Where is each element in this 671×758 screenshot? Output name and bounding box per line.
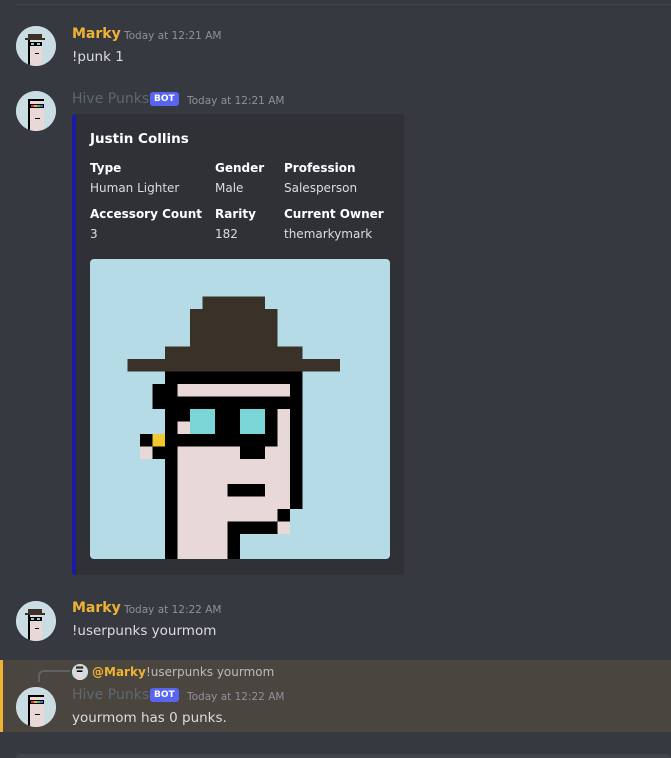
message-content: yourmom has 0 punks.	[72, 710, 227, 726]
message-input-edge[interactable]	[16, 754, 671, 758]
username-marky[interactable]: Marky	[72, 600, 121, 616]
bot-badge: BOT	[150, 92, 179, 106]
field-name-profession: Profession	[284, 161, 356, 175]
username-marky[interactable]: Marky	[72, 26, 121, 42]
field-value-current-owner: themarkymark	[284, 227, 373, 241]
embed-title: Justin Collins	[90, 131, 189, 147]
avatar-hive-punks[interactable]	[16, 687, 56, 727]
avatar-marky[interactable]	[16, 601, 56, 641]
message-timestamp: Today at 12:22 AM	[124, 604, 222, 616]
bot-badge: BOT	[150, 688, 179, 702]
field-name-accessory-count: Accessory Count	[90, 207, 202, 221]
field-value-type: Human Lighter	[90, 181, 180, 195]
divider-top	[16, 4, 671, 5]
punk-embed: Justin Collins Type Human Lighter Gender…	[72, 114, 404, 575]
field-name-current-owner: Current Owner	[284, 207, 384, 221]
message-content: !punk 1	[72, 49, 124, 65]
reply-preview-text[interactable]: !userpunks yourmom	[146, 665, 274, 679]
field-value-profession: Salesperson	[284, 181, 358, 195]
field-name-gender: Gender	[215, 161, 265, 175]
field-value-rarity: 182	[215, 227, 238, 241]
avatar-marky[interactable]	[16, 26, 56, 66]
avatar-hive-punks[interactable]	[16, 91, 56, 131]
message-timestamp: Today at 12:21 AM	[187, 95, 285, 107]
punk-image[interactable]	[90, 259, 390, 559]
field-value-gender: Male	[215, 181, 244, 195]
username-hive-punks[interactable]: Hive Punks	[72, 687, 149, 703]
reply-connector	[38, 670, 70, 682]
field-name-rarity: Rarity	[215, 207, 256, 221]
field-name-type: Type	[90, 161, 122, 175]
reply-mention[interactable]: @Marky	[92, 665, 146, 679]
message-timestamp: Today at 12:22 AM	[187, 691, 285, 703]
message-timestamp: Today at 12:21 AM	[124, 30, 222, 42]
reply-avatar[interactable]	[72, 664, 88, 680]
message-content: !userpunks yourmom	[72, 623, 217, 639]
field-value-accessory-count: 3	[90, 227, 98, 241]
username-hive-punks[interactable]: Hive Punks	[72, 91, 149, 107]
